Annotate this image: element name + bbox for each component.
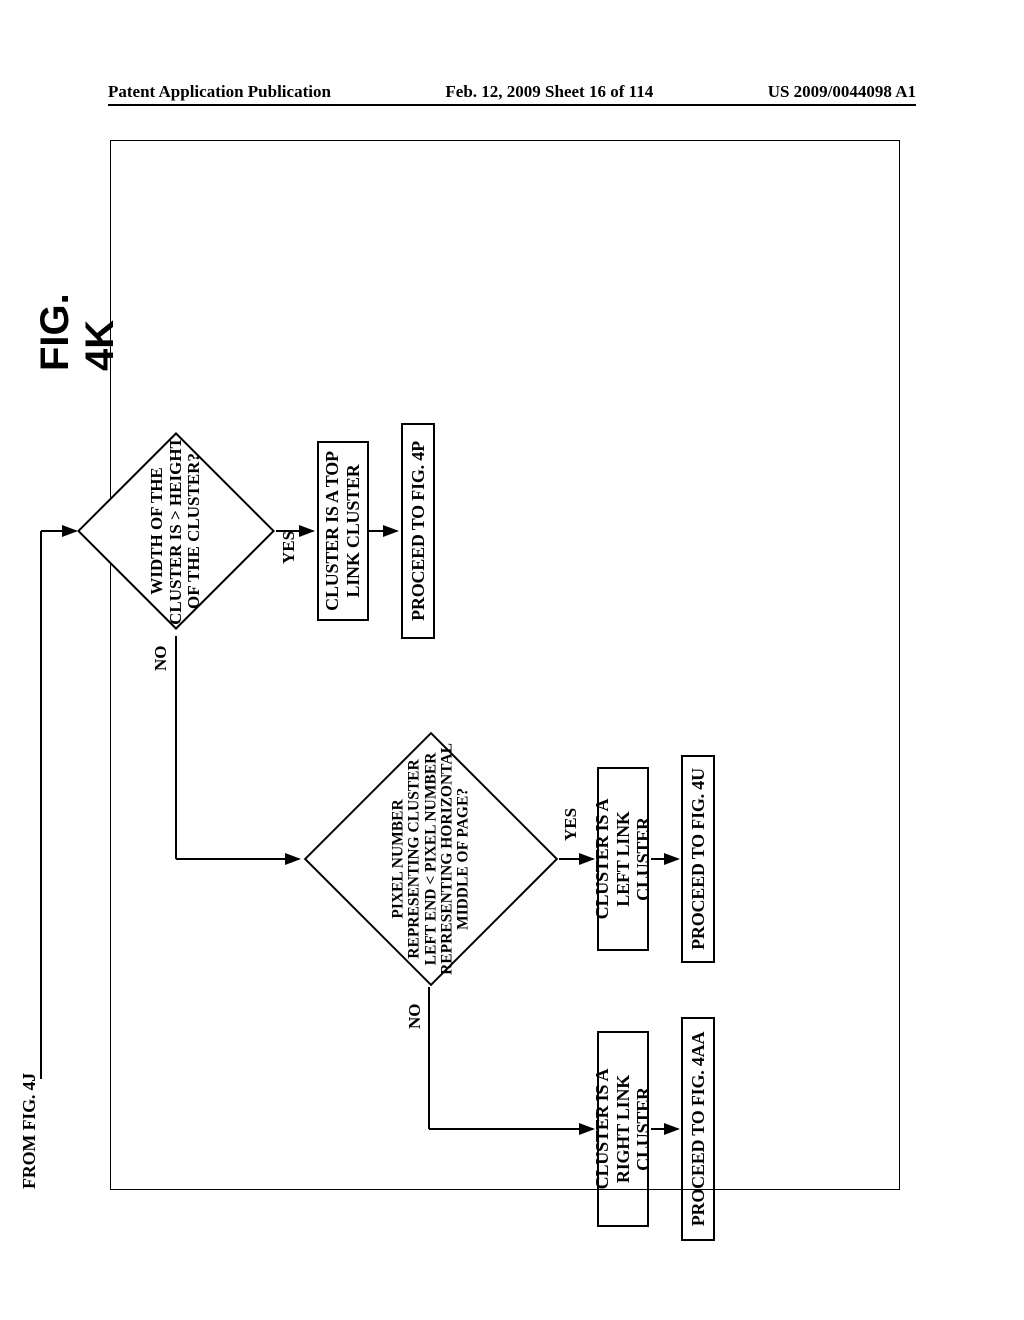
header-left: Patent Application Publication xyxy=(108,82,331,102)
header-rule xyxy=(108,104,916,106)
decision1-no-label: NO xyxy=(151,646,171,672)
decision2-yes-label: YES xyxy=(561,808,581,841)
proceed-fig-4aa: PROCEED TO FIG. 4AA xyxy=(681,1017,715,1241)
process-right-link-cluster: CLUSTER IS A RIGHT LINK CLUSTER xyxy=(597,1031,649,1227)
flowchart-stage: FROM FIG. 4J WIDTH OF THE CLUSTER IS > H… xyxy=(0,271,1024,1059)
page-header: Patent Application Publication Feb. 12, … xyxy=(108,82,916,102)
proceed-fig-4p: PROCEED TO FIG. 4P xyxy=(401,423,435,639)
proceed-4aa-text: PROCEED TO FIG. 4AA xyxy=(688,1032,709,1227)
process-top-link-cluster: CLUSTER IS A TOP LINK CLUSTER xyxy=(317,441,369,621)
process-left-text: CLUSTER IS A LEFT LINK CLUSTER xyxy=(592,775,654,943)
header-center: Feb. 12, 2009 Sheet 16 of 114 xyxy=(445,82,653,102)
proceed-4p-text: PROCEED TO FIG. 4P xyxy=(408,441,429,621)
process-left-link-cluster: CLUSTER IS A LEFT LINK CLUSTER xyxy=(597,767,649,951)
process-right-text: CLUSTER IS A RIGHT LINK CLUSTER xyxy=(592,1039,654,1219)
proceed-fig-4u: PROCEED TO FIG. 4U xyxy=(681,755,715,963)
header-right: US 2009/0044098 A1 xyxy=(768,82,916,102)
decision-width-vs-height: WIDTH OF THE CLUSTER IS > HEIGHT OF THE … xyxy=(76,426,276,636)
decision2-text: PIXEL NUMBER REPRESENTING CLUSTER LEFT E… xyxy=(390,729,471,989)
proceed-4u-text: PROCEED TO FIG. 4U xyxy=(688,768,709,950)
figure-frame: FROM FIG. 4J WIDTH OF THE CLUSTER IS > H… xyxy=(110,140,900,1190)
decision1-yes-label: YES xyxy=(279,531,299,564)
decision-left-end-vs-middle: PIXEL NUMBER REPRESENTING CLUSTER LEFT E… xyxy=(301,729,561,989)
from-reference: FROM FIG. 4J xyxy=(19,969,40,1189)
decision2-no-label: NO xyxy=(405,1004,425,1030)
decision1-text: WIDTH OF THE CLUSTER IS > HEIGHT OF THE … xyxy=(148,426,204,636)
process-top-text: CLUSTER IS A TOP LINK CLUSTER xyxy=(322,449,363,613)
figure-title: FIG. 4K xyxy=(33,271,123,371)
